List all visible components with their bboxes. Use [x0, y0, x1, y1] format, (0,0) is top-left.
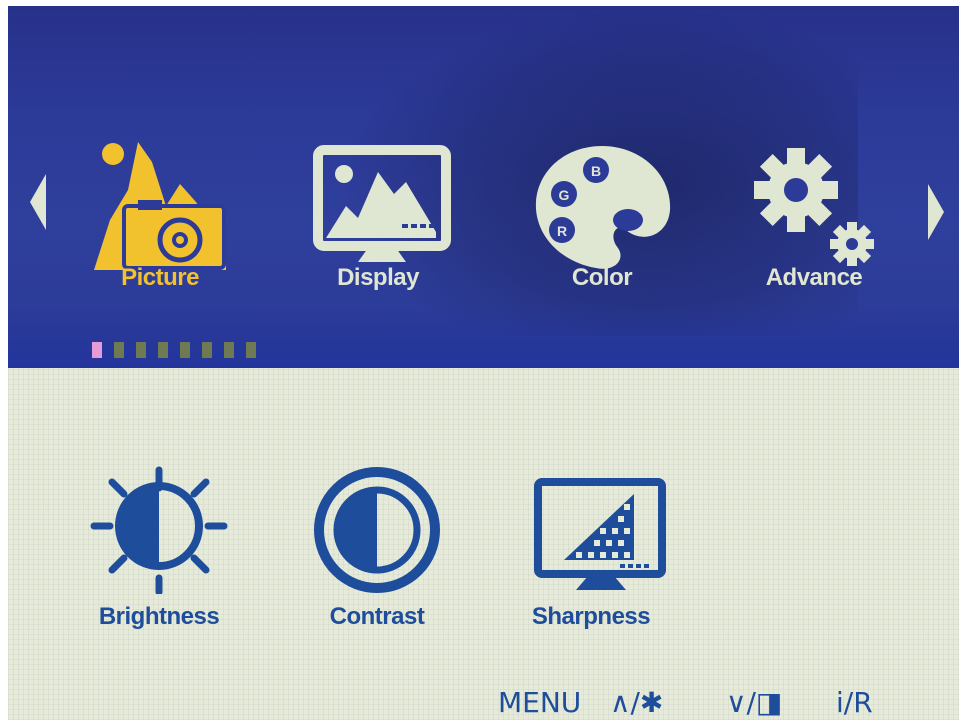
- submenu-contrast[interactable]: Contrast: [302, 464, 452, 639]
- sharpness-monitor-icon: [534, 478, 666, 590]
- page-dot: [246, 342, 256, 358]
- palette-letter-b: B: [591, 163, 601, 179]
- next-tab-arrow[interactable]: [926, 182, 946, 247]
- page-dot: [202, 342, 212, 358]
- contrast-circle-icon: [314, 467, 440, 593]
- tab-color[interactable]: B G R Color: [522, 132, 682, 312]
- page-dot-active: [92, 342, 102, 358]
- display-monitor-icon: [313, 145, 451, 262]
- picture-icon: [94, 142, 226, 270]
- osd-screen: Picture Display B G R Color Advance Brig…: [8, 6, 959, 720]
- palette-letter-g: G: [559, 187, 570, 203]
- tab-label: Display: [337, 264, 419, 291]
- color-palette-icon: B G R: [535, 146, 671, 269]
- menu-key-label: MENU: [498, 686, 582, 719]
- triangle-right-icon: [928, 184, 944, 240]
- tab-label: Color: [571, 264, 633, 291]
- tab-display[interactable]: Display: [298, 132, 458, 312]
- submenu-label: Sharpness: [531, 603, 651, 630]
- tab-picture[interactable]: Picture: [80, 132, 240, 312]
- down-volume-key-label: ∨/◨: [726, 686, 783, 719]
- page-dot: [114, 342, 124, 358]
- up-brightness-key-label: ∧/✱: [610, 686, 664, 719]
- page-dot: [224, 342, 234, 358]
- submenu-sharpness[interactable]: Sharpness: [516, 464, 666, 639]
- brightness-sun-icon: [90, 466, 228, 594]
- prev-tab-arrow[interactable]: [28, 172, 48, 237]
- tab-label: Picture: [121, 264, 199, 291]
- tab-advance[interactable]: Advance: [734, 132, 894, 312]
- advance-gears-icon: [754, 148, 874, 266]
- palette-letter-r: R: [557, 223, 567, 239]
- page-dot: [158, 342, 168, 358]
- page-dot: [136, 342, 146, 358]
- submenu-label: Contrast: [329, 603, 425, 630]
- submenu-brightness[interactable]: Brightness: [84, 464, 234, 639]
- tab-label: Advance: [765, 264, 863, 291]
- page-dot: [180, 342, 190, 358]
- triangle-left-icon: [30, 174, 46, 230]
- submenu-label: Brightness: [98, 603, 220, 630]
- info-reset-key-label: i/R: [836, 686, 873, 719]
